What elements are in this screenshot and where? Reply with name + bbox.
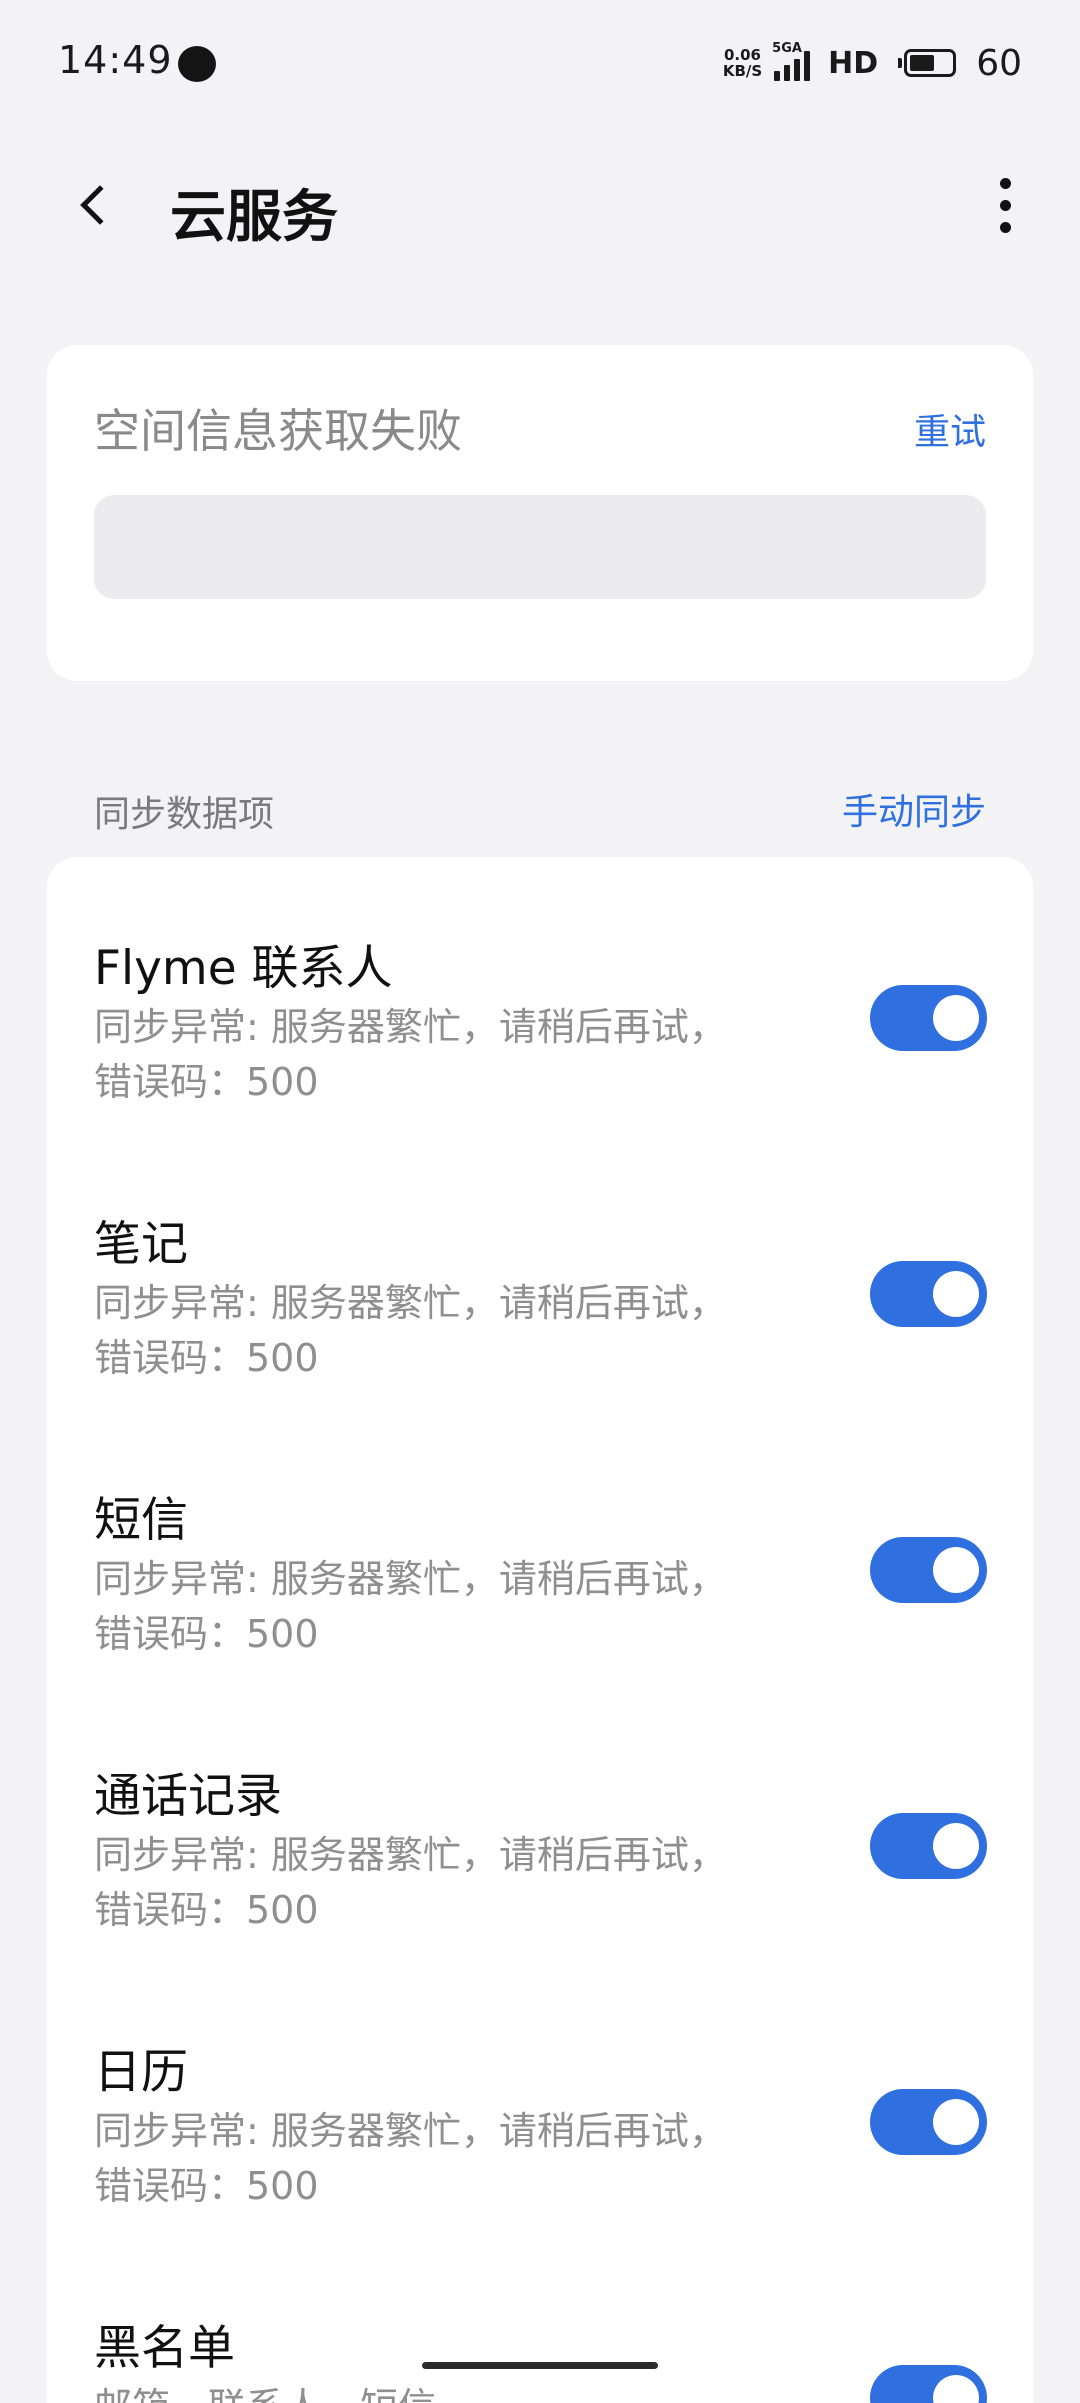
chevron-left-icon: [80, 185, 120, 225]
battery-body: [904, 49, 957, 77]
signal-bar: [774, 71, 781, 81]
more-vertical-icon: [999, 199, 1011, 211]
sync-item-title: 日历: [94, 2045, 188, 2100]
battery-tip: [898, 58, 903, 68]
sync-item-description: 同步异常: 服务器繁忙，请稍后再试， 错误码：500: [94, 1552, 854, 1662]
screen: 14:49 0.06 KB/S 5GA HD 60 云服务 空间信息获取失败 重…: [0, 0, 1080, 2403]
signal-bar: [804, 51, 811, 81]
toggle-knob: [933, 1547, 979, 1593]
sync-item-contacts[interactable]: Flyme 联系人 同步异常: 服务器繁忙，请稍后再试， 错误码：500: [47, 857, 1033, 1133]
sync-item-blacklist[interactable]: 黑名单 邮箱、联系人、短信: [47, 2237, 1033, 2403]
retry-button[interactable]: 重试: [914, 403, 986, 455]
network-speed: 0.06 KB/S: [723, 47, 762, 79]
signal-bar: [794, 59, 801, 81]
sync-item-title: 通话记录: [94, 1769, 282, 1824]
signal-icon: 5GA: [772, 41, 811, 81]
notification-dot-icon: [178, 46, 216, 82]
sync-item-subtitle: 邮箱、联系人、短信: [94, 2380, 854, 2403]
status-bar: 14:49 0.06 KB/S 5GA HD 60: [0, 0, 1080, 130]
sync-item-description: 同步异常: 服务器繁忙，请稍后再试， 错误码：500: [94, 1828, 854, 1938]
sync-item-sms[interactable]: 短信 同步异常: 服务器繁忙，请稍后再试， 错误码：500: [47, 1409, 1033, 1685]
toggle-knob: [933, 1271, 979, 1317]
toggle-knob: [933, 2099, 979, 2145]
sync-item-description: 同步异常: 服务器繁忙，请稍后再试， 错误码：500: [94, 1000, 854, 1110]
toggle-knob: [933, 2375, 979, 2403]
storage-card: 空间信息获取失败 重试: [47, 345, 1033, 681]
status-time: 14:49: [58, 38, 173, 82]
sync-item-error-text: 同步异常: 服务器繁忙，请稍后再试，: [94, 1557, 727, 1601]
sync-item-call-log[interactable]: 通话记录 同步异常: 服务器繁忙，请稍后再试， 错误码：500: [47, 1685, 1033, 1961]
sync-toggle[interactable]: [870, 1813, 987, 1879]
manual-sync-button[interactable]: 手动同步: [842, 783, 986, 835]
sync-toggle[interactable]: [870, 1261, 987, 1327]
status-indicators: 0.06 KB/S 5GA HD 60: [723, 38, 1022, 88]
battery-fill: [910, 55, 935, 71]
sync-item-calendar[interactable]: 日历 同步异常: 服务器繁忙，请稍后再试， 错误码：500: [47, 1961, 1033, 2237]
sync-item-error-text: 同步异常: 服务器繁忙，请稍后再试，: [94, 1005, 727, 1049]
sync-section-label: 同步数据项: [94, 794, 275, 835]
network-speed-unit: KB/S: [722, 62, 763, 80]
home-indicator[interactable]: [422, 2362, 658, 2369]
sync-toggle[interactable]: [870, 2365, 987, 2403]
network-speed-value: 0.06: [723, 46, 761, 64]
toggle-knob: [933, 1823, 979, 1869]
sync-item-description: 同步异常: 服务器繁忙，请稍后再试， 错误码：500: [94, 2104, 854, 2214]
sync-item-error-code: 错误码：500: [94, 1612, 319, 1656]
sync-item-title: 黑名单: [94, 2321, 235, 2376]
sync-item-notes[interactable]: 笔记 同步异常: 服务器繁忙，请稍后再试， 错误码：500: [47, 1133, 1033, 1409]
signal-label: 5GA: [772, 41, 802, 56]
sync-item-error-code: 错误码：500: [94, 1336, 319, 1380]
battery-level: 60: [976, 42, 1022, 84]
back-button[interactable]: [60, 170, 130, 240]
sync-toggle[interactable]: [870, 985, 987, 1051]
hd-label: HD: [828, 45, 879, 81]
battery-icon: [898, 49, 957, 77]
sync-item-error-code: 错误码：500: [94, 1888, 319, 1932]
sync-items-card: Flyme 联系人 同步异常: 服务器繁忙，请稍后再试， 错误码：500 笔记 …: [47, 857, 1033, 2403]
toggle-knob: [933, 995, 979, 1041]
sync-item-error-text: 同步异常: 服务器繁忙，请稍后再试，: [94, 1281, 727, 1325]
sync-item-description: 邮箱、联系人、短信: [94, 2380, 854, 2403]
sync-item-title: Flyme 联系人: [94, 941, 393, 996]
signal-bar: [784, 65, 791, 81]
more-options-button[interactable]: [970, 170, 1040, 240]
sync-item-title: 短信: [94, 1493, 188, 1548]
page-title: 云服务: [170, 185, 338, 250]
more-vertical-icon: [999, 221, 1011, 233]
sync-item-error-code: 错误码：500: [94, 1060, 319, 1104]
sync-item-error-code: 错误码：500: [94, 2164, 319, 2208]
sync-toggle[interactable]: [870, 1537, 987, 1603]
sync-item-error-text: 同步异常: 服务器繁忙，请稍后再试，: [94, 1833, 727, 1877]
storage-usage-bar: [94, 495, 986, 599]
storage-status-text: 空间信息获取失败: [94, 404, 462, 458]
sync-item-error-text: 同步异常: 服务器繁忙，请稍后再试，: [94, 2109, 727, 2153]
sync-item-title: 笔记: [94, 1217, 188, 1272]
sync-toggle[interactable]: [870, 2089, 987, 2155]
more-vertical-icon: [999, 177, 1011, 189]
app-header: 云服务: [0, 150, 1080, 260]
sync-item-description: 同步异常: 服务器繁忙，请稍后再试， 错误码：500: [94, 1276, 854, 1386]
